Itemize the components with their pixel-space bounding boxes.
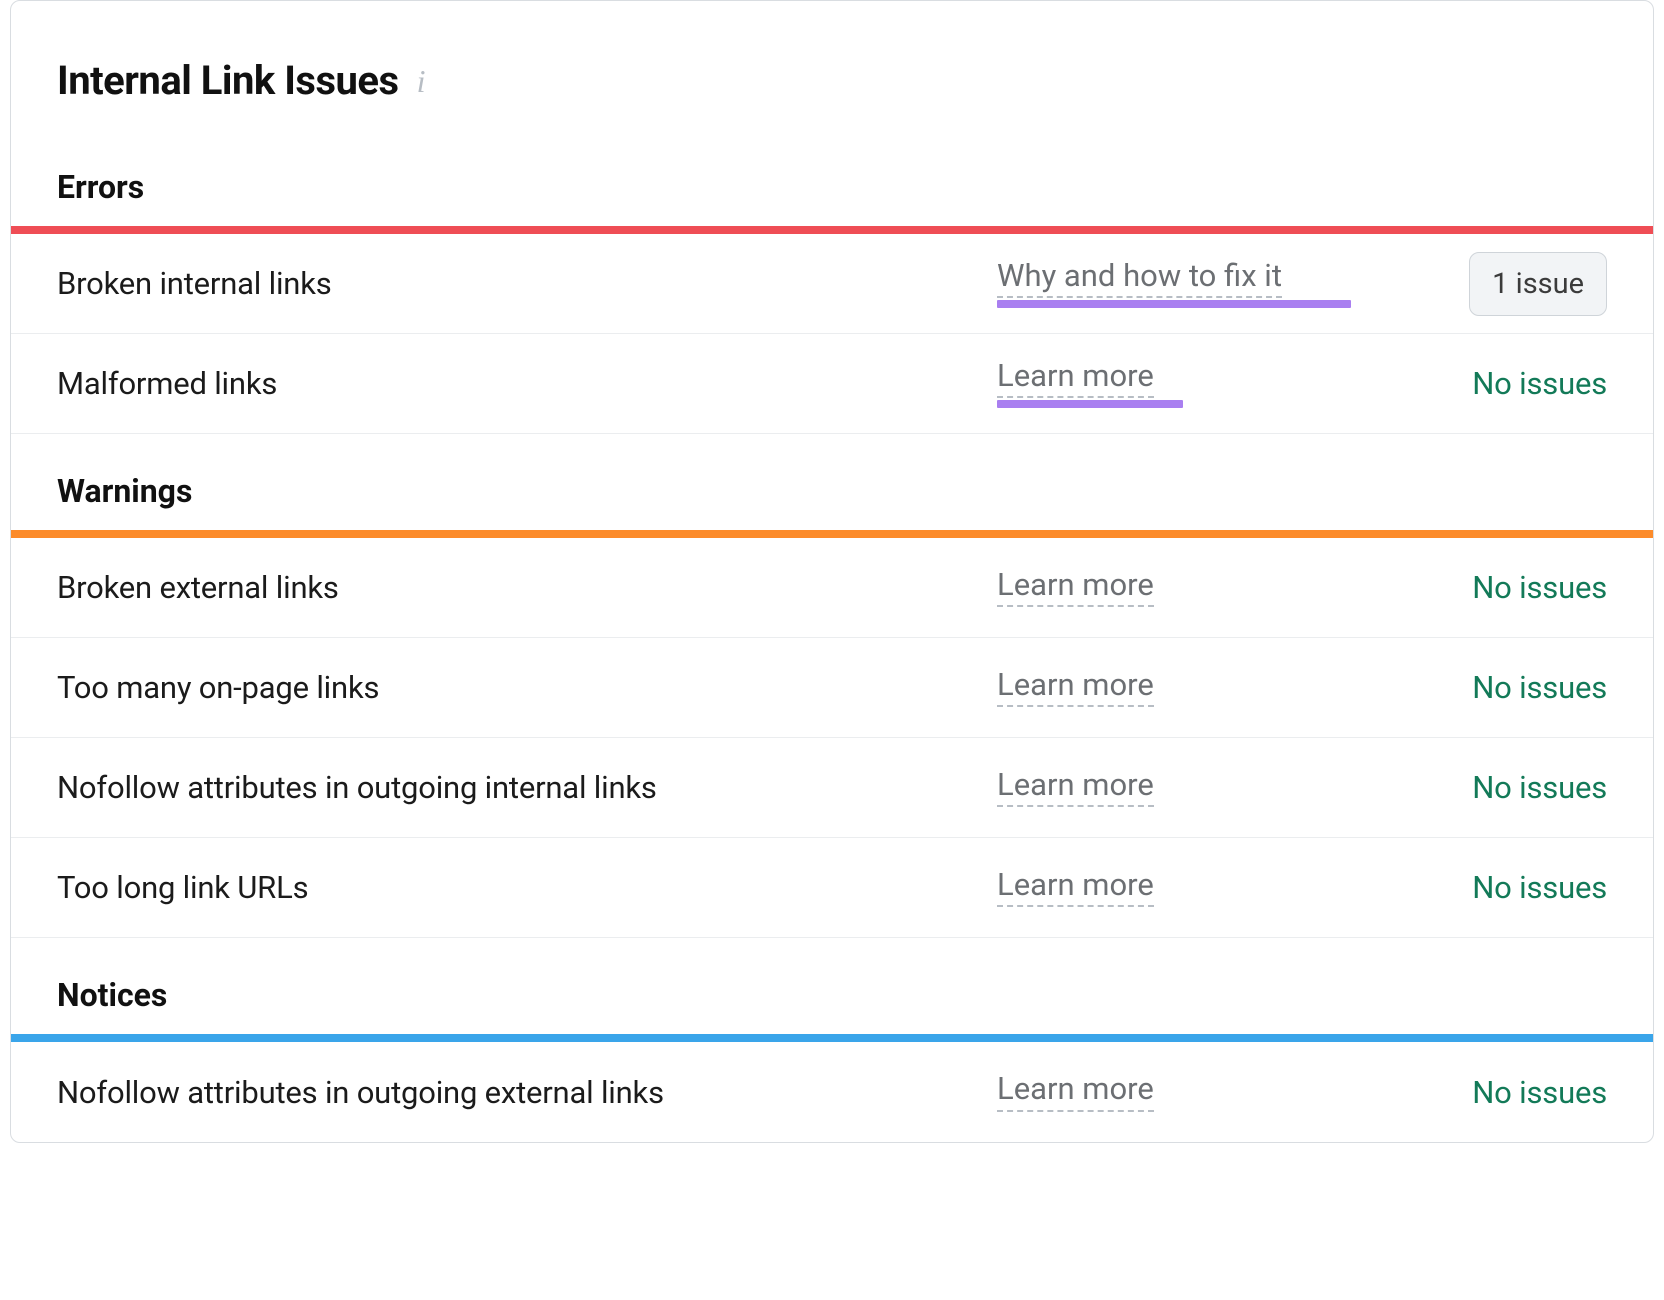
issue-status: No issues — [1377, 569, 1607, 606]
panel-header: Internal Link Issues i — [11, 1, 1653, 144]
issue-help-wrap: Learn more — [997, 359, 1377, 408]
issue-label: Broken internal links — [57, 265, 997, 302]
issue-help-wrap: Learn more — [997, 668, 1377, 707]
issue-count-button[interactable]: 1 issue — [1469, 252, 1607, 316]
issue-label: Broken external links — [57, 569, 997, 606]
issue-status: No issues — [1377, 1074, 1607, 1111]
no-issues-text: No issues — [1472, 1074, 1607, 1111]
no-issues-text: No issues — [1472, 669, 1607, 706]
section-header-warnings: Warnings — [11, 434, 1653, 530]
issue-label: Nofollow attributes in outgoing external… — [57, 1074, 997, 1111]
panel-title: Internal Link Issues — [57, 57, 399, 104]
section-title-warnings: Warnings — [57, 472, 1607, 510]
issue-row: Too long link URLs Learn more No issues — [11, 838, 1653, 938]
issue-status: No issues — [1377, 669, 1607, 706]
issue-help-wrap: Why and how to fix it — [997, 259, 1377, 308]
help-link[interactable]: Learn more — [997, 1072, 1154, 1111]
issue-help-wrap: Learn more — [997, 1072, 1377, 1111]
issue-label: Too long link URLs — [57, 869, 997, 906]
issue-row: Broken internal links Why and how to fix… — [11, 234, 1653, 334]
help-link[interactable]: Learn more — [997, 568, 1154, 607]
issue-row: Too many on-page links Learn more No iss… — [11, 638, 1653, 738]
issue-status: No issues — [1377, 365, 1607, 402]
issue-row: Malformed links Learn more No issues — [11, 334, 1653, 434]
highlight-bar — [997, 300, 1351, 308]
section-header-notices: Notices — [11, 938, 1653, 1034]
issue-help-wrap: Learn more — [997, 868, 1377, 907]
section-bar-notices — [11, 1034, 1653, 1042]
issue-status: No issues — [1377, 769, 1607, 806]
issue-row: Broken external links Learn more No issu… — [11, 538, 1653, 638]
help-link[interactable]: Why and how to fix it — [997, 259, 1282, 298]
section-title-errors: Errors — [57, 168, 1607, 206]
highlight-bar — [997, 400, 1183, 408]
issue-status: No issues — [1377, 869, 1607, 906]
internal-link-issues-panel: Internal Link Issues i Errors Broken int… — [10, 0, 1654, 1143]
no-issues-text: No issues — [1472, 365, 1607, 402]
no-issues-text: No issues — [1472, 569, 1607, 606]
help-link[interactable]: Learn more — [997, 768, 1154, 807]
bottom-fade-overlay — [0, 1180, 1664, 1300]
issue-label: Too many on-page links — [57, 669, 997, 706]
no-issues-text: No issues — [1472, 769, 1607, 806]
info-icon[interactable]: i — [417, 65, 426, 97]
issue-help-wrap: Learn more — [997, 568, 1377, 607]
help-link[interactable]: Learn more — [997, 868, 1154, 907]
issue-row: Nofollow attributes in outgoing internal… — [11, 738, 1653, 838]
section-header-errors: Errors — [11, 144, 1653, 226]
issue-status: 1 issue — [1377, 252, 1607, 316]
section-title-notices: Notices — [57, 976, 1607, 1014]
help-link[interactable]: Learn more — [997, 668, 1154, 707]
issue-label: Nofollow attributes in outgoing internal… — [57, 769, 997, 806]
help-link[interactable]: Learn more — [997, 359, 1154, 398]
issue-row: Nofollow attributes in outgoing external… — [11, 1042, 1653, 1142]
issue-label: Malformed links — [57, 365, 997, 402]
section-bar-errors — [11, 226, 1653, 234]
issue-help-wrap: Learn more — [997, 768, 1377, 807]
section-bar-warnings — [11, 530, 1653, 538]
no-issues-text: No issues — [1472, 869, 1607, 906]
